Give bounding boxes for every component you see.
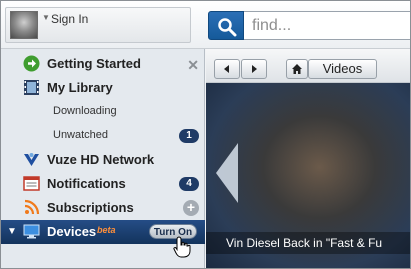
beta-tag: beta — [97, 225, 116, 235]
rss-icon — [24, 199, 40, 215]
add-subscription-icon[interactable]: + — [183, 200, 199, 216]
sign-in-label: Sign In — [51, 12, 89, 26]
arrow-right-icon — [252, 65, 257, 73]
sidebar-item-label: Getting Started — [47, 56, 141, 71]
close-icon[interactable]: ✕ — [187, 57, 199, 74]
expand-arrow-icon[interactable]: ▼ — [7, 226, 17, 237]
featured-video-thumbnail[interactable]: Vin Diesel Back in "Fast & Fu — [206, 83, 410, 268]
monitor-icon — [23, 224, 40, 239]
sidebar-item-label: Vuze HD Network — [47, 152, 155, 167]
count-badge: 4 — [179, 177, 199, 191]
count-badge: 1 — [179, 129, 199, 143]
forward-button[interactable] — [241, 59, 267, 79]
breadcrumb-videos[interactable]: Videos — [308, 59, 377, 79]
back-button[interactable] — [214, 59, 240, 79]
sidebar-item-label: Notifications — [47, 176, 126, 191]
search-input[interactable] — [244, 11, 410, 40]
home-button[interactable] — [286, 59, 308, 79]
search-button[interactable] — [208, 11, 244, 40]
navigation-bar: Videos — [206, 49, 410, 83]
sidebar-item-downloading[interactable]: Downloading — [1, 100, 205, 124]
avatar — [10, 11, 38, 39]
sidebar-item-notifications[interactable]: Notifications 4 — [1, 172, 205, 196]
sidebar-item-label: Unwatched — [53, 129, 109, 141]
chevron-down-icon: ▼ — [42, 13, 50, 22]
video-caption-bar: Vin Diesel Back in "Fast & Fu — [206, 232, 410, 254]
vuze-logo-icon — [24, 153, 39, 166]
sidebar-item-label: Subscriptions — [47, 200, 134, 215]
green-arrow-icon — [23, 55, 40, 72]
sidebar-item-vuze-hd-network[interactable]: Vuze HD Network — [1, 148, 205, 172]
sidebar-item-label: Downloading — [53, 105, 117, 117]
home-icon — [292, 64, 302, 74]
sidebar-item-getting-started[interactable]: Getting Started ✕ — [1, 52, 205, 76]
search-icon — [218, 18, 237, 37]
sign-in-button[interactable]: ▼ Sign In — [5, 7, 191, 43]
film-strip-icon — [24, 80, 39, 95]
sidebar-item-my-library[interactable]: My Library — [1, 76, 205, 100]
top-bar: ▼ Sign In — [1, 1, 410, 49]
notification-list-icon — [23, 176, 40, 191]
video-caption: Vin Diesel Back in "Fast & Fu — [226, 236, 383, 250]
carousel-prev-arrow-icon[interactable] — [216, 143, 238, 203]
arrow-left-icon — [224, 65, 229, 73]
sidebar-item-unwatched[interactable]: Unwatched 1 — [1, 124, 205, 148]
hand-cursor-icon — [173, 236, 191, 258]
sidebar-item-label: My Library — [47, 80, 113, 95]
content-pane: Videos Vin Diesel Back in "Fast & Fu — [206, 49, 410, 268]
sidebar-item-subscriptions[interactable]: Subscriptions + — [1, 196, 205, 220]
vuze-window: ▼ Sign In Getting Started ✕ — [0, 0, 411, 269]
sidebar-item-label: Devices — [47, 224, 97, 239]
